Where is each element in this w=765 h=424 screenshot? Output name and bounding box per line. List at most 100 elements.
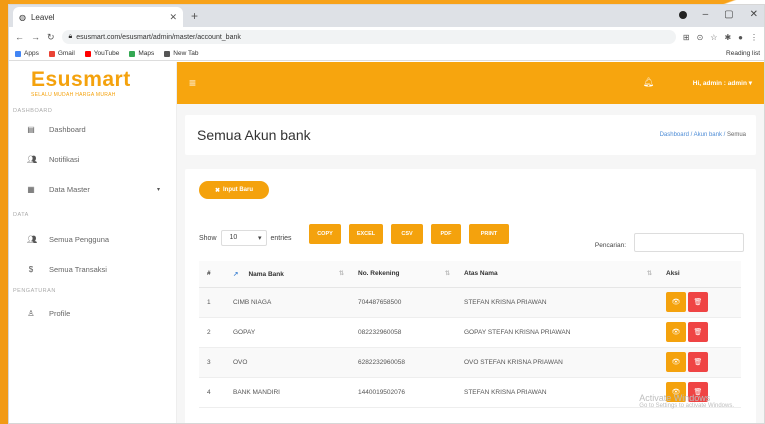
copy-button[interactable]: COPY — [309, 224, 341, 244]
breadcrumb-akun-bank[interactable]: Akun bank — [694, 132, 722, 138]
entries-label: entries — [270, 234, 292, 242]
logo[interactable]: Esusmart SELALU MUDAH HARGA MURAH — [9, 62, 176, 106]
col-number[interactable]: # — [199, 261, 225, 288]
reload-icon[interactable]: ↻ — [47, 32, 55, 43]
sidebar-item-dashboard[interactable]: ▤ Dashboard — [9, 114, 176, 144]
profile-dot-icon[interactable] — [678, 11, 687, 19]
table-row: 3 OVO 6282232960058 OVO STEFAN KRISNA PR… — [199, 347, 741, 378]
sort-icon: ⇅ — [646, 271, 652, 277]
bookmark-gmail[interactable]: Gmail — [48, 50, 75, 57]
apps-icon — [15, 50, 21, 57]
main-content: ≡ 🔔︎ Hi, admin : admin ▾ Semua Akun bank… — [177, 62, 764, 423]
dashboard-icon: ▤ — [27, 124, 35, 134]
sidebar-item-label: Semua Transaksi — [49, 264, 107, 274]
sidebar-item-label: Semua Pengguna — [49, 234, 110, 244]
cell-number: 3 — [199, 347, 225, 378]
bell-icon[interactable]: 🔔︎ — [643, 77, 654, 88]
address-bar: ← → ↻ 🔒︎ esusmart.com/esusmart/admin/mas… — [9, 27, 764, 47]
close-icon: ✖ — [214, 187, 221, 194]
sidebar-item-label: Dashboard — [49, 124, 86, 134]
cell-bank: OVO — [225, 347, 350, 378]
close-window-icon[interactable]: ✕ — [750, 9, 758, 20]
translate-icon[interactable]: ⊞ — [683, 33, 690, 42]
cell-bank: CIMB NIAGA — [225, 287, 350, 318]
bookmarks-bar: Apps Gmail YouTube Maps New Tab Reading … — [9, 47, 764, 61]
cell-actions: 👁︎ 🗑︎ — [658, 287, 741, 318]
hamburger-icon[interactable]: ≡ — [189, 76, 196, 90]
sidebar-item-label: Notifikasi — [49, 154, 80, 164]
extensions-icon[interactable]: ✱ — [724, 33, 731, 42]
windows-activation-watermark: Activate Windows Go to Settings to activ… — [639, 393, 734, 409]
bookmark-apps[interactable]: Apps — [15, 50, 39, 57]
menu-icon[interactable]: ⋮ — [750, 33, 758, 42]
users-icon: 👥︎ — [27, 154, 38, 164]
gmail-icon — [48, 50, 55, 57]
lock-icon: 🔒︎ — [68, 33, 73, 40]
cell-rekening: 704487658500 — [350, 287, 456, 318]
sort-icon: ⇅ — [444, 271, 450, 277]
view-icon[interactable]: 👁︎ — [666, 322, 686, 342]
section-pengaturan: PENGATURAN — [13, 288, 56, 294]
search-input[interactable] — [634, 233, 744, 252]
user-menu[interactable]: Hi, admin : admin ▾ — [693, 79, 752, 87]
zoom-icon[interactable]: ⊙ — [697, 33, 704, 42]
tab-strip: ◍ Leavel ✕ + – ▢ ✕ — [9, 5, 764, 27]
col-nama-bank[interactable]: ↗ Nama Bank ⇅ — [225, 261, 350, 288]
breadcrumb-dashboard[interactable]: Dashboard — [660, 132, 689, 138]
bookmark-newtab[interactable]: New Tab — [164, 50, 198, 57]
cell-rekening: 082232960058 — [350, 317, 456, 348]
excel-button[interactable]: EXCEL — [349, 224, 383, 244]
cell-number: 2 — [199, 317, 225, 348]
cell-bank: BANK MANDIRI — [225, 377, 350, 408]
col-no-rekening[interactable]: No. Rekening ⇅ — [350, 261, 456, 288]
col-atas-nama[interactable]: Atas Nama ⇅ — [456, 261, 658, 288]
sidebar-item-notifikasi[interactable]: 👥︎ Notifikasi — [9, 144, 176, 174]
page-header: Semua Akun bank Dashboard / Akun bank / … — [185, 115, 756, 155]
cell-number: 4 — [199, 377, 225, 408]
close-tab-icon[interactable]: ✕ — [169, 12, 177, 23]
app: Esusmart SELALU MUDAH HARGA MURAH DASHBO… — [9, 62, 764, 423]
back-icon[interactable]: ← — [15, 32, 24, 42]
sort-asc-icon: ↗ — [233, 270, 239, 278]
table-row: 2 GOPAY 082232960058 GOPAY STEFAN KRISNA… — [199, 317, 741, 348]
browser-tab[interactable]: ◍ Leavel ✕ — [13, 7, 183, 27]
input-baru-button[interactable]: ✖ Input Baru — [199, 181, 269, 199]
logo-tagline: SELALU MUDAH HARGA MURAH — [31, 92, 116, 98]
pdf-button[interactable]: PDF — [431, 224, 461, 244]
entries-select[interactable]: 10 — [220, 230, 267, 246]
url-text: esusmart.com/esusmart/admin/master/accou… — [76, 33, 241, 41]
topbar: ≡ 🔔︎ Hi, admin : admin ▾ — [177, 62, 764, 104]
bookmark-youtube[interactable]: YouTube — [84, 50, 119, 57]
delete-icon[interactable]: 🗑︎ — [688, 352, 708, 372]
cell-actions: 👁︎ 🗑︎ — [658, 317, 741, 348]
view-icon[interactable]: 👁︎ — [666, 292, 686, 312]
table-header-row: # ↗ Nama Bank ⇅ No. Rekening ⇅ Atas Nama ⇅ A… — [199, 261, 741, 288]
maximize-icon[interactable]: ▢ — [724, 9, 733, 20]
breadcrumb-current: Semua — [726, 132, 746, 138]
sidebar-item-semua-transaksi[interactable]: $ Semua Transaksi — [9, 254, 176, 284]
sidebar-item-semua-pengguna[interactable]: 👥︎ Semua Pengguna — [9, 224, 176, 254]
delete-icon[interactable]: 🗑︎ — [688, 322, 708, 342]
sidebar-item-data-master[interactable]: ▦ Data Master ▾ — [9, 174, 176, 204]
minimize-icon[interactable]: – — [703, 9, 709, 20]
cell-actions: 👁︎ 🗑︎ — [658, 347, 741, 378]
url-field[interactable]: 🔒︎ esusmart.com/esusmart/admin/master/ac… — [61, 30, 676, 44]
print-button[interactable]: PRINT — [469, 224, 509, 244]
star-icon[interactable]: ☆ — [710, 33, 717, 42]
window-controls: – ▢ ✕ — [678, 9, 758, 20]
delete-icon[interactable]: 🗑︎ — [688, 292, 708, 312]
view-icon[interactable]: 👁︎ — [666, 352, 686, 372]
grid-icon: ▦ — [27, 184, 35, 194]
sidebar-item-label: Profile — [49, 308, 71, 318]
avatar-icon[interactable]: ● — [738, 33, 743, 42]
csv-button[interactable]: CSV — [391, 224, 423, 244]
cell-rekening: 6282232960058 — [350, 347, 456, 378]
cell-atas-nama: STEFAN KRISNA PRIAWAN — [456, 377, 658, 408]
bookmark-maps[interactable]: Maps — [129, 50, 154, 57]
new-tab-button[interactable]: + — [191, 9, 198, 23]
reading-list[interactable]: Reading list — [726, 50, 760, 57]
forward-icon[interactable]: → — [31, 32, 40, 42]
col-aksi: Aksi — [658, 261, 741, 288]
show-entries: Show 10 entries — [199, 230, 292, 246]
sidebar-item-profile[interactable]: ♙ Profile — [9, 298, 176, 328]
